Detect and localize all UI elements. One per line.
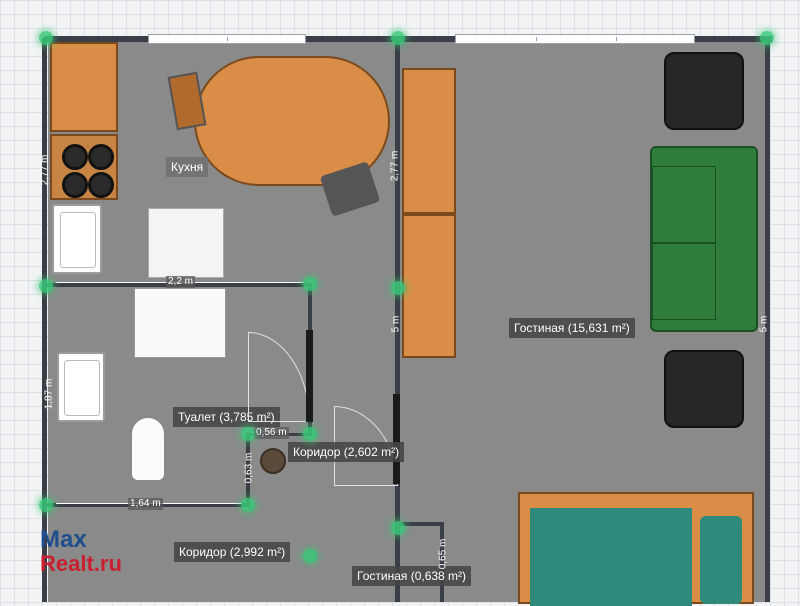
kitchen-width-dim: 2,2 m bbox=[166, 276, 196, 288]
small-living-label: Гостиная (0,638 m²) bbox=[352, 566, 472, 586]
lower-corridor-label: Коридор (2,992 m²) bbox=[174, 542, 291, 562]
kitchen-sink bbox=[52, 204, 102, 274]
toilet-cabinet bbox=[134, 288, 226, 358]
compass-icon bbox=[260, 448, 286, 474]
wardrobe-top bbox=[402, 68, 456, 214]
wall-left bbox=[42, 38, 47, 602]
small-width-dim: 0,56 m bbox=[254, 427, 289, 439]
toilet-width-dim: 1,64 m bbox=[128, 498, 163, 510]
bed bbox=[518, 492, 754, 606]
sofa bbox=[650, 146, 758, 332]
wall-node[interactable] bbox=[391, 521, 405, 535]
watermark-line2: Realt.ru bbox=[40, 551, 122, 576]
kitchen-height-dim: 2,77 m bbox=[39, 154, 51, 186]
window-kitchen bbox=[148, 34, 306, 44]
living-height-dim: 5 m bbox=[758, 315, 770, 333]
stove bbox=[50, 134, 118, 200]
window-living bbox=[455, 34, 695, 44]
corridor-tall-dim: 5 m bbox=[390, 315, 402, 333]
wall-node[interactable] bbox=[241, 427, 255, 441]
wall-node[interactable] bbox=[391, 31, 405, 45]
armchair-bottom bbox=[664, 350, 744, 428]
wall-node[interactable] bbox=[760, 31, 774, 45]
wall-node[interactable] bbox=[241, 498, 255, 512]
floor-plan[interactable]: Кухня Гостиная (15,631 m²) Туалет (3,785… bbox=[0, 0, 800, 606]
toilet-height-dim: 1,87 m bbox=[43, 378, 55, 410]
toilet-sink bbox=[57, 352, 105, 422]
toilet-door[interactable] bbox=[306, 330, 313, 422]
wall-node[interactable] bbox=[303, 549, 317, 563]
corridor-label: Коридор (2,602 m²) bbox=[288, 442, 405, 462]
toilet-bowl bbox=[130, 416, 166, 482]
wall-node[interactable] bbox=[303, 427, 317, 441]
corridor-door[interactable] bbox=[393, 394, 400, 484]
kitchen-cabinet bbox=[50, 42, 118, 132]
wall-node[interactable] bbox=[303, 277, 317, 291]
wall-node[interactable] bbox=[39, 498, 53, 512]
wall-node[interactable] bbox=[39, 31, 53, 45]
watermark-line1: Max bbox=[40, 526, 87, 553]
kitchen-label: Кухня bbox=[166, 157, 209, 177]
watermark-logo: Max Realt.ru bbox=[40, 528, 122, 576]
small-height-dim: 0,63 m bbox=[243, 452, 255, 484]
lower-width-dim: 0,65 m bbox=[437, 538, 449, 570]
armchair-top bbox=[664, 52, 744, 130]
wardrobe-bottom bbox=[402, 214, 456, 358]
fridge bbox=[148, 208, 224, 278]
living-left-dim: 2,77 m bbox=[389, 150, 401, 182]
wall-lower-stub bbox=[398, 522, 444, 526]
wall-node[interactable] bbox=[39, 279, 53, 293]
living-label: Гостиная (15,631 m²) bbox=[509, 318, 635, 338]
wall-node[interactable] bbox=[391, 281, 405, 295]
